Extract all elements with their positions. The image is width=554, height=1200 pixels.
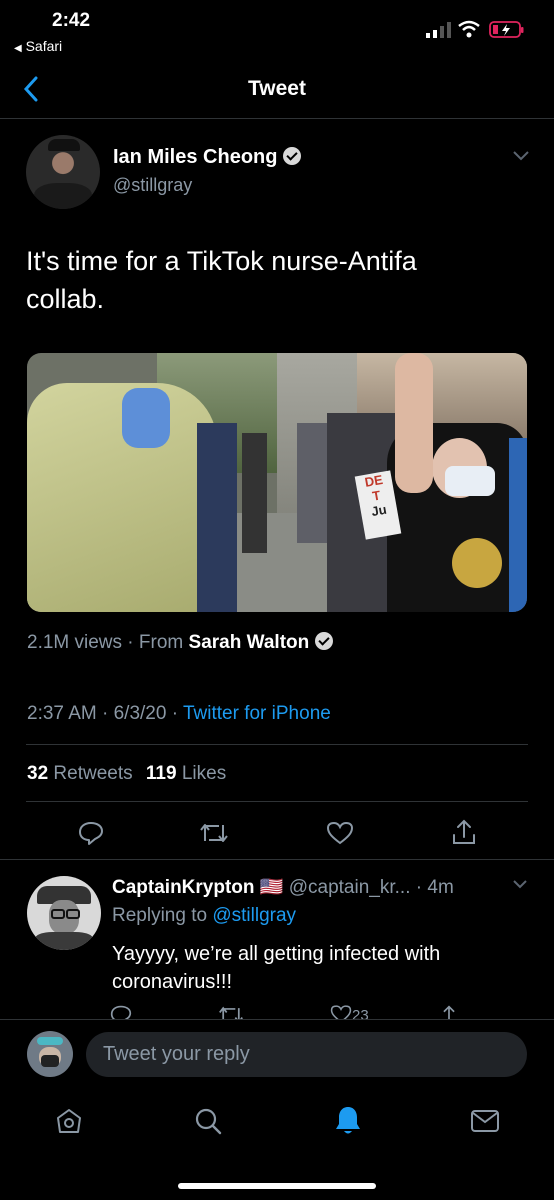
tweet-stats: 32 Retweets 119 Likes: [27, 763, 226, 785]
heart-icon: [326, 821, 354, 845]
battery-charging-icon: [489, 21, 525, 39]
back-app-label: Safari: [25, 38, 63, 54]
verified-badge-icon: [283, 147, 302, 165]
reply-button[interactable]: [78, 820, 104, 846]
bell-icon: [336, 1107, 360, 1134]
from-label: From: [138, 632, 184, 653]
tweet-video[interactable]: DE T Ju: [27, 353, 527, 612]
home-indicator: [178, 1183, 376, 1189]
tab-home[interactable]: [54, 1106, 84, 1136]
reply-author-handle[interactable]: @captain_kr...: [289, 877, 411, 898]
reply-options-chevron[interactable]: [512, 879, 528, 889]
reply-text: Yayyyy, we’re all getting infected with …: [112, 943, 441, 993]
chevron-down-icon: [513, 151, 529, 161]
author-handle[interactable]: @stillgray: [113, 175, 192, 196]
composer-placeholder: Tweet your reply: [103, 1043, 250, 1065]
reply-avatar[interactable]: [27, 876, 101, 950]
retweet-icon: [219, 1006, 243, 1020]
author-name-row[interactable]: Ian Miles Cheong: [113, 146, 302, 169]
status-bar: 2:42 ◀ Safari: [0, 0, 554, 60]
reply-share-button[interactable]: [438, 1004, 460, 1020]
retweet-icon: [200, 824, 228, 842]
back-to-app[interactable]: ◀ Safari: [14, 38, 62, 54]
reply-time: 4m: [427, 877, 454, 898]
reply-reply-button[interactable]: [110, 1004, 132, 1020]
share-button[interactable]: [451, 818, 477, 846]
retweet-button[interactable]: [199, 821, 229, 845]
author-avatar[interactable]: [26, 135, 100, 209]
flag-emoji-icon: 🇺🇸: [259, 877, 284, 898]
back-triangle-icon: ◀: [14, 43, 22, 54]
page-title: Tweet: [248, 77, 306, 100]
reply-actions: 23: [110, 1004, 530, 1020]
search-icon: [195, 1108, 222, 1135]
reply-retweet-button[interactable]: [218, 1004, 244, 1020]
source-account[interactable]: Sarah Walton: [189, 632, 310, 653]
likes-stat[interactable]: 119 Likes: [146, 763, 226, 784]
home-icon: [57, 1109, 81, 1133]
wifi-icon: [458, 20, 480, 38]
share-icon: [453, 819, 475, 844]
tab-notifications[interactable]: [333, 1104, 363, 1136]
tweet-client-link[interactable]: Twitter for iPhone: [183, 703, 331, 724]
reply-like-button[interactable]: 23: [330, 1004, 369, 1020]
cellular-signal-icon: [426, 22, 452, 38]
view-count: 2.1M views: [27, 632, 123, 653]
tweet-options-chevron[interactable]: [512, 150, 530, 162]
like-button[interactable]: [326, 821, 354, 845]
heart-icon: [330, 1005, 352, 1020]
tab-search[interactable]: [193, 1106, 223, 1136]
reply-bubble-icon: [79, 822, 103, 845]
author-name: Ian Miles Cheong: [113, 146, 278, 168]
mail-icon: [471, 1110, 499, 1132]
replying-to: Replying to @stillgray: [112, 905, 297, 926]
verified-badge-icon: [315, 632, 334, 650]
reply-author-name[interactable]: CaptainKrypton: [112, 877, 255, 898]
tweet-date: 6/3/20: [113, 703, 167, 724]
composer-avatar: [27, 1031, 73, 1077]
status-time: 2:42: [52, 10, 91, 31]
chevron-down-icon: [513, 880, 527, 889]
replying-to-handle[interactable]: @stillgray: [212, 905, 296, 926]
reply-bubble-icon: [110, 1005, 132, 1020]
tweet-timestamp: 2:37 AM · 6/3/20 · Twitter for iPhone: [27, 703, 331, 724]
video-attribution: 2.1M views · From Sarah Walton: [27, 632, 334, 654]
share-icon: [443, 1005, 455, 1020]
tab-messages[interactable]: [470, 1108, 500, 1134]
retweets-stat[interactable]: 32 Retweets: [27, 763, 133, 784]
reply-header: CaptainKrypton 🇺🇸 @captain_kr... · 4m: [112, 877, 454, 898]
reply-composer-input[interactable]: Tweet your reply: [86, 1032, 527, 1077]
tweet-time: 2:37 AM: [27, 703, 97, 724]
tweet-text: It's time for a TikTok nurse-Antifa coll…: [26, 246, 417, 314]
